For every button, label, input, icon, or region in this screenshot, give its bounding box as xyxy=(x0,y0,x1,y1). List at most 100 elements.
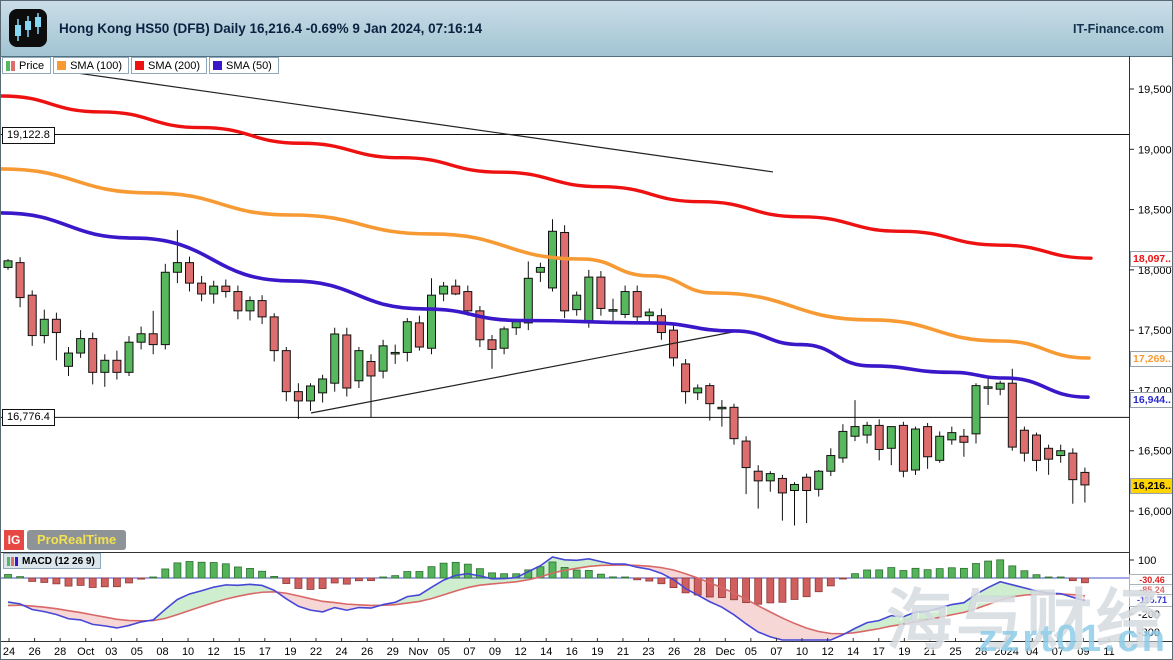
macd-histogram-bar xyxy=(706,578,713,597)
x-axis-label: 23 xyxy=(642,646,654,658)
candle-body xyxy=(791,484,799,490)
level-label-upper: 19,122.8 xyxy=(2,127,55,144)
macd-indicator-label: MACD (12 26 9) xyxy=(22,556,95,567)
x-axis-label: 28 xyxy=(694,646,706,658)
x-axis-label: 24 xyxy=(335,646,347,658)
macd-histogram-bar xyxy=(815,578,822,592)
x-axis-label: 24 xyxy=(3,646,15,658)
macd-histogram-bar xyxy=(283,578,290,584)
candle-body xyxy=(887,427,895,449)
x-axis-label: 25 xyxy=(949,646,961,658)
candle-body xyxy=(536,267,544,272)
candle-body xyxy=(827,456,835,472)
candle-body xyxy=(851,427,859,437)
candle-body xyxy=(65,353,73,366)
x-axis-label: 26 xyxy=(668,646,680,658)
candle-body xyxy=(863,425,871,435)
macd-histogram-bar xyxy=(489,573,496,578)
candle-body xyxy=(948,433,956,440)
candle-body xyxy=(609,310,617,312)
candle-body xyxy=(137,334,145,342)
macd-ribbon-fill xyxy=(770,612,782,640)
candle-body xyxy=(924,427,932,457)
macd-line-value-badge: -115.71 xyxy=(1129,594,1173,607)
candle-body xyxy=(125,342,133,372)
macd-histogram-bar xyxy=(1057,577,1064,578)
candle-body xyxy=(1057,451,1065,456)
legend-sma50-tab[interactable]: SMA (50) xyxy=(209,57,279,74)
x-axis-label: 03 xyxy=(105,646,117,658)
macd-histogram-bar xyxy=(912,568,919,578)
sma50-swatch-icon xyxy=(213,61,222,70)
candle-body xyxy=(161,272,169,344)
sma200-value-badge: 18,097.. xyxy=(1130,251,1173,267)
macd-histogram-bar xyxy=(610,577,617,578)
price-tick-label: 16,500 xyxy=(1138,446,1172,458)
x-axis-label: 17 xyxy=(873,646,885,658)
macd-histogram-bar xyxy=(331,578,338,583)
x-axis-label: Oct xyxy=(77,646,94,658)
candle-body xyxy=(307,386,315,401)
macd-histogram-bar xyxy=(1045,577,1052,578)
x-axis-label: 05 xyxy=(438,646,450,658)
legend-sma200-tab[interactable]: SMA (200) xyxy=(131,57,207,74)
candle-body xyxy=(899,425,907,471)
macd-tick-label: 100 xyxy=(1138,555,1156,567)
instrument-title: Hong Kong HS50 (DFB) Daily 16,216.4 -0.6… xyxy=(59,21,482,36)
candle-body xyxy=(464,292,472,311)
macd-histogram-bar xyxy=(210,563,217,578)
macd-histogram-bar xyxy=(428,567,435,578)
legend-price-tab[interactable]: Price xyxy=(2,57,51,74)
candle-body xyxy=(984,387,992,389)
legend-sma50-label: SMA (50) xyxy=(226,60,272,72)
candle-body xyxy=(149,334,157,345)
chart-canvas[interactable]: 19,50019,00018,50018,00017,50017,00016,5… xyxy=(1,1,1173,660)
x-axis-label: 15 xyxy=(233,646,245,658)
macd-histogram-bar xyxy=(440,563,447,578)
x-axis-label: 26 xyxy=(361,646,373,658)
candle-body xyxy=(730,407,738,438)
x-axis-label: 07 xyxy=(463,646,475,658)
x-axis-label: 11 xyxy=(1103,646,1114,658)
ig-logo: IG xyxy=(4,530,24,550)
macd-indicator-tab[interactable]: MACD (12 26 9) xyxy=(3,553,101,569)
macd-histogram-bar xyxy=(646,578,653,581)
candle-body xyxy=(718,407,726,409)
macd-histogram-bar xyxy=(973,564,980,578)
candle-body xyxy=(258,301,266,317)
macd-histogram-bar xyxy=(380,577,387,578)
macd-histogram-bar xyxy=(501,574,508,578)
candle-body xyxy=(440,286,448,294)
sma200-swatch-icon xyxy=(135,61,144,70)
macd-histogram-bar xyxy=(960,568,967,578)
candle-body xyxy=(367,361,375,375)
macd-histogram-bar xyxy=(77,578,84,585)
macd-histogram-bar xyxy=(948,568,955,578)
macd-histogram-bar xyxy=(186,562,193,579)
candle-body xyxy=(89,339,97,373)
macd-histogram-bar xyxy=(1081,578,1088,583)
candle-body xyxy=(585,277,593,323)
legend-sma100-label: SMA (100) xyxy=(70,60,122,72)
candle-body xyxy=(343,335,351,388)
macd-histogram-bar xyxy=(924,570,931,578)
legend-sma100-tab[interactable]: SMA (100) xyxy=(53,57,129,74)
macd-histogram-bar xyxy=(634,578,641,580)
x-axis-label: 14 xyxy=(540,646,552,658)
level-label-lower: 16,776.4 xyxy=(2,409,55,426)
macd-histogram-bar xyxy=(755,578,762,604)
macd-histogram-bar xyxy=(150,577,157,578)
macd-histogram-bar xyxy=(936,569,943,578)
candle-body xyxy=(1008,383,1016,447)
sma100-swatch-icon xyxy=(57,61,66,70)
sma100-value-badge: 17,269.. xyxy=(1130,351,1173,367)
price-tick-label: 19,500 xyxy=(1138,84,1172,96)
app-logo-icon[interactable] xyxy=(9,9,47,47)
x-axis-label: 10 xyxy=(796,646,808,658)
price-tick-label: 16,000 xyxy=(1138,506,1172,518)
branding-row: IG ProRealTime xyxy=(4,530,126,550)
candle-body xyxy=(694,388,702,393)
x-axis-label: 26 xyxy=(28,646,40,658)
x-axis-label: 10 xyxy=(182,646,194,658)
candle-body xyxy=(1081,472,1089,484)
